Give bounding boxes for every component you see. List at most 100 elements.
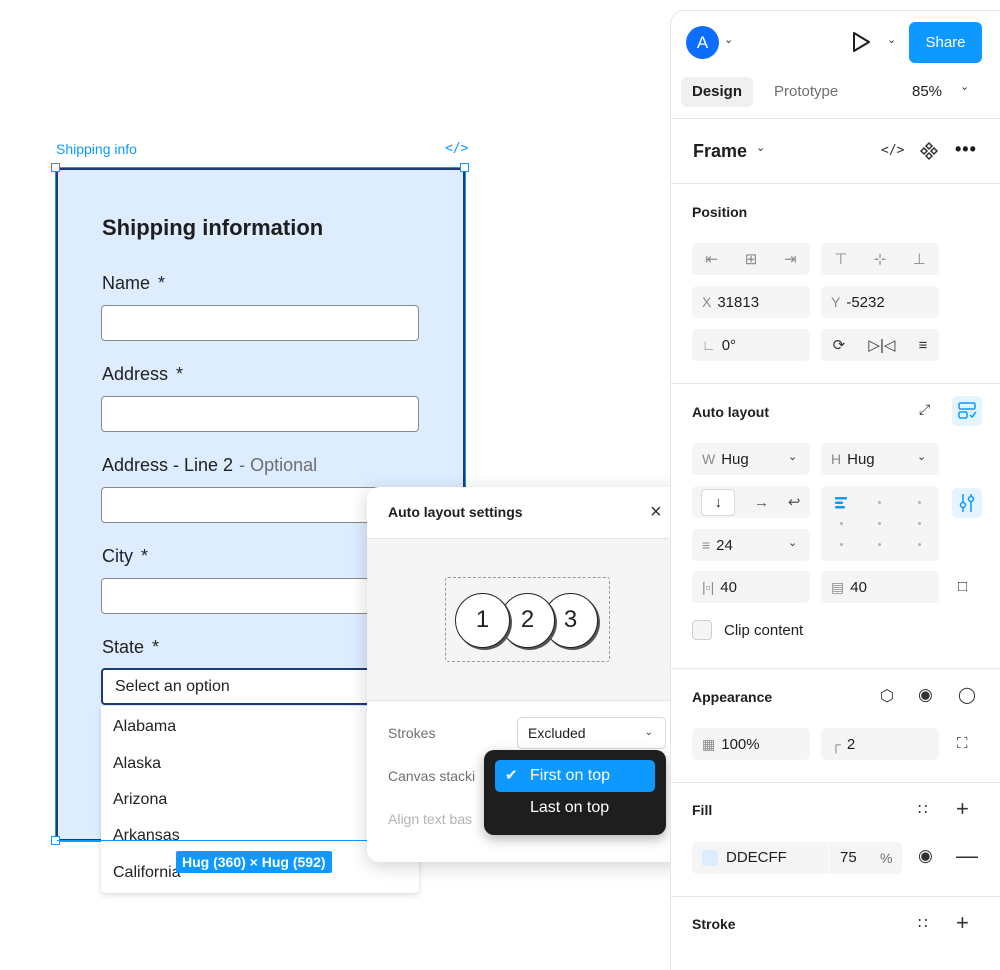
alignment-grid[interactable] bbox=[821, 486, 939, 561]
horizontal-padding-icon: |▫| bbox=[702, 579, 715, 595]
vertical-align-group: ⊤ ⊹ ⊥ bbox=[821, 243, 939, 275]
address-label: Address * bbox=[102, 364, 184, 384]
gap-icon: ≡ bbox=[702, 537, 711, 553]
chevron-down-icon[interactable]: ⌄ bbox=[887, 33, 896, 46]
auto-layout-title: Auto layout bbox=[692, 404, 769, 420]
stroke-title: Stroke bbox=[692, 916, 736, 932]
close-icon[interactable]: × bbox=[650, 501, 662, 524]
share-button[interactable]: Share bbox=[909, 22, 982, 63]
fill-opacity[interactable]: 75 bbox=[840, 842, 857, 874]
option-arkansas[interactable]: Arkansas bbox=[113, 827, 180, 845]
opacity-field[interactable]: ▦ 100% bbox=[692, 728, 810, 760]
chevron-down-icon[interactable]: ⌄ bbox=[788, 536, 797, 549]
styles-icon[interactable]: ∷ bbox=[918, 914, 928, 932]
chevron-down-icon[interactable]: ⌄ bbox=[724, 33, 733, 46]
advanced-layout-icon[interactable] bbox=[952, 488, 982, 518]
fill-swatch[interactable] bbox=[702, 850, 718, 866]
remove-fill-icon[interactable]: — bbox=[956, 843, 978, 869]
canvas-stacking-menu: ✔ First on top Last on top bbox=[484, 750, 666, 835]
eye-icon[interactable]: ◉ bbox=[918, 846, 933, 866]
option-alabama[interactable]: Alabama bbox=[113, 718, 176, 736]
vertical-direction-icon[interactable]: ↓ bbox=[701, 488, 735, 516]
styles-icon[interactable]: ∷ bbox=[918, 800, 928, 818]
align-bottom-icon[interactable]: ⊥ bbox=[913, 250, 926, 268]
frame-name-label[interactable]: Shipping info bbox=[56, 141, 137, 157]
component-icon[interactable] bbox=[919, 141, 939, 166]
address-line2-label: Address - Line 2- Optional bbox=[102, 455, 318, 475]
divider bbox=[670, 782, 1000, 783]
align-middle-v-icon[interactable]: ⊹ bbox=[874, 250, 887, 268]
align-left-icon[interactable]: ⇤ bbox=[705, 250, 718, 268]
flip-vertical-icon[interactable]: ≡ bbox=[919, 337, 928, 354]
layer-type-label[interactable]: Frame bbox=[693, 141, 747, 162]
chevron-down-icon[interactable]: ⌄ bbox=[756, 141, 765, 154]
more-icon[interactable]: ••• bbox=[955, 139, 977, 160]
name-input[interactable] bbox=[101, 305, 419, 341]
chevron-down-icon: ⌄ bbox=[644, 727, 653, 738]
x-position-field[interactable]: X 31813 bbox=[692, 286, 810, 318]
chevron-down-icon[interactable]: ⌄ bbox=[917, 450, 926, 463]
name-label: Name * bbox=[102, 273, 166, 293]
tab-design[interactable]: Design bbox=[681, 77, 754, 107]
fill-title: Fill bbox=[692, 802, 713, 818]
chevron-down-icon[interactable]: ⌄ bbox=[960, 80, 969, 93]
align-top-left-icon[interactable] bbox=[835, 496, 849, 515]
option-arizona[interactable]: Arizona bbox=[113, 791, 167, 809]
direction-group: ↓ → ↩ bbox=[692, 486, 810, 518]
rotation-field[interactable]: ∟ 0° bbox=[692, 329, 810, 361]
zoom-level[interactable]: 85% bbox=[912, 83, 942, 100]
avatar[interactable]: A bbox=[686, 26, 719, 59]
divider bbox=[670, 383, 1000, 384]
align-center-h-icon[interactable]: ⊞ bbox=[745, 250, 758, 268]
horizontal-padding-field[interactable]: |▫| 40 bbox=[692, 571, 810, 603]
strokes-select[interactable]: Excluded ⌄ bbox=[517, 717, 666, 749]
preview-circle-1: 1 bbox=[455, 593, 510, 648]
add-fill-icon[interactable]: + bbox=[956, 796, 969, 822]
variable-mode-icon[interactable]: ⬡ bbox=[880, 686, 894, 706]
divider bbox=[670, 183, 1000, 184]
independent-corners-icon[interactable]: ⛶ bbox=[957, 735, 968, 752]
horizontal-align-group: ⇤ ⊞ ⇥ bbox=[692, 243, 810, 275]
menu-item-first-on-top[interactable]: ✔ First on top bbox=[495, 760, 655, 792]
clip-content-checkbox[interactable] bbox=[692, 620, 712, 640]
wrap-direction-icon[interactable]: ↩ bbox=[788, 493, 801, 511]
y-position-field[interactable]: Y -5232 bbox=[821, 286, 939, 318]
align-text-baseline-label: Align text bas bbox=[388, 811, 473, 827]
blend-mode-icon[interactable]: ◯ bbox=[958, 685, 976, 705]
address-input[interactable] bbox=[101, 396, 419, 432]
resize-handle-tl[interactable] bbox=[51, 163, 60, 172]
position-title: Position bbox=[692, 204, 748, 220]
clip-content-label: Clip content bbox=[724, 622, 804, 639]
independent-padding-icon[interactable]: □ bbox=[958, 578, 967, 595]
fill-color-field[interactable]: DDECFF 75 % bbox=[692, 842, 902, 874]
option-alaska[interactable]: Alaska bbox=[113, 755, 161, 773]
flip-horizontal-icon[interactable]: ▷|◁ bbox=[868, 336, 895, 354]
resize-handle-tr[interactable] bbox=[460, 163, 469, 172]
rotate-icon[interactable]: ⟳ bbox=[833, 336, 846, 354]
vertical-padding-field[interactable]: ▤ 40 bbox=[821, 571, 939, 603]
form-title: Shipping information bbox=[102, 215, 324, 240]
corner-radius-field[interactable]: ┌ 2 bbox=[821, 728, 939, 760]
city-label: City * bbox=[102, 546, 149, 566]
code-icon[interactable]: </> bbox=[881, 143, 904, 158]
strokes-label: Strokes bbox=[388, 725, 436, 741]
popup-title: Auto layout settings bbox=[388, 504, 523, 520]
stacking-preview: 1 2 3 bbox=[367, 538, 688, 701]
tab-prototype[interactable]: Prototype bbox=[763, 77, 849, 107]
check-icon: ✔ bbox=[505, 767, 518, 784]
add-stroke-icon[interactable]: + bbox=[956, 910, 969, 936]
option-california[interactable]: California bbox=[113, 864, 181, 882]
auto-layout-settings-icon[interactable] bbox=[952, 396, 982, 426]
play-icon[interactable] bbox=[850, 30, 872, 59]
horizontal-direction-icon[interactable]: → bbox=[754, 494, 769, 511]
align-top-icon[interactable]: ⊤ bbox=[834, 250, 847, 268]
code-icon[interactable]: </> bbox=[445, 141, 468, 156]
state-label: State * bbox=[102, 637, 160, 657]
menu-item-last-on-top[interactable]: Last on top bbox=[495, 792, 655, 824]
remove-auto-layout-icon[interactable]: ⤢ bbox=[919, 401, 930, 418]
align-right-icon[interactable]: ⇥ bbox=[784, 250, 797, 268]
eye-icon[interactable]: ◉ bbox=[918, 685, 933, 705]
chevron-down-icon[interactable]: ⌄ bbox=[788, 450, 797, 463]
corner-radius-icon: ┌ bbox=[831, 736, 841, 752]
angle-icon: ∟ bbox=[702, 337, 716, 353]
